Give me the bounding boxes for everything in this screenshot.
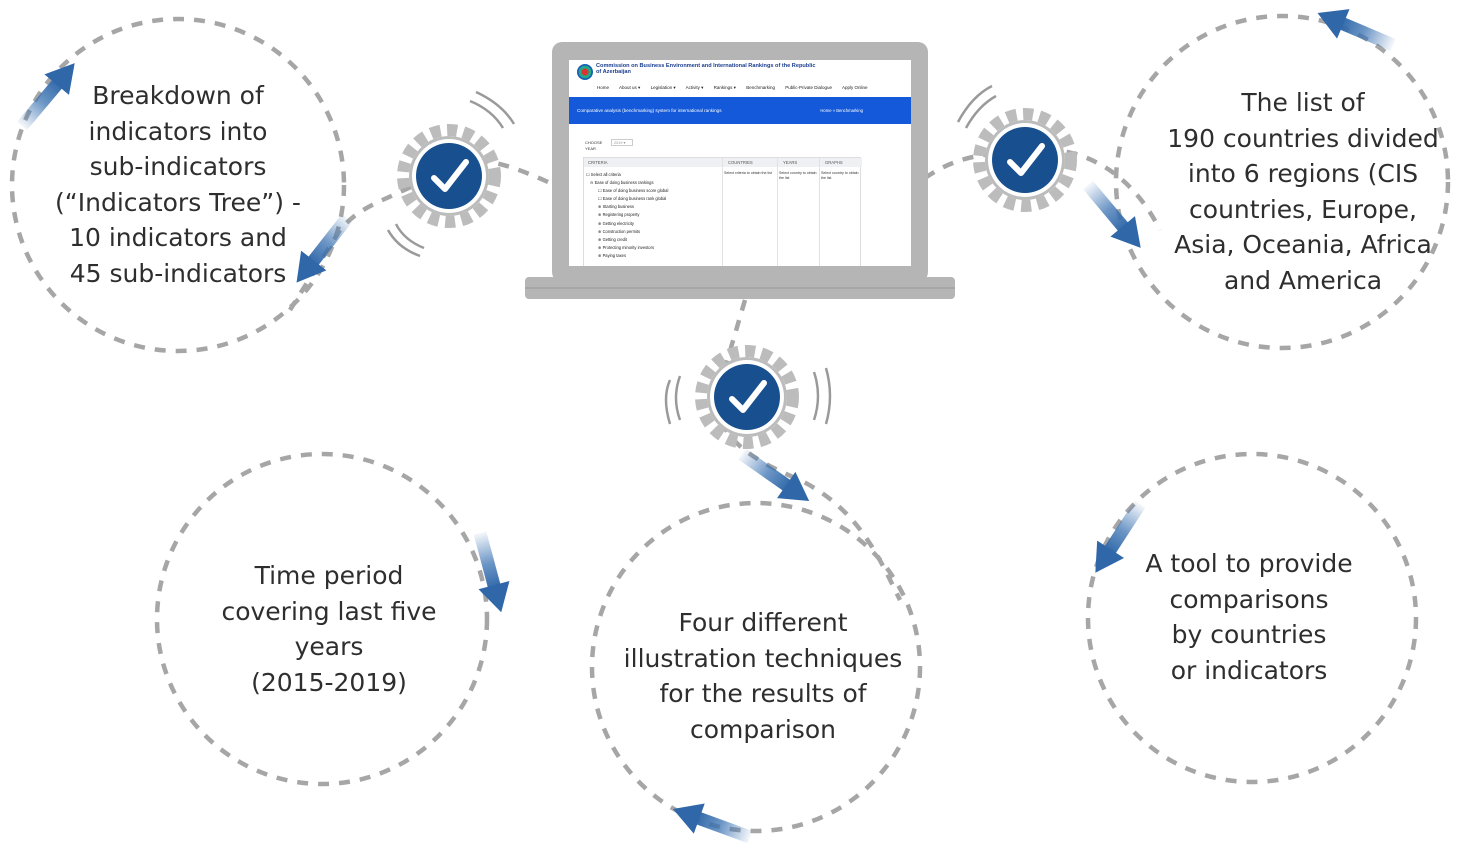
breadcrumb[interactable]: Home » Benchmarking [820, 108, 863, 113]
bubble-line: The list of [1241, 88, 1365, 117]
nav-item[interactable]: Public-Private Dialogue [785, 85, 832, 90]
nav-item[interactable]: Benchmarking [746, 85, 775, 90]
bubble-time-period: Time period covering last five years (20… [179, 558, 479, 700]
bubble-line: into 6 regions (CIS [1187, 159, 1419, 188]
gear-check-icon [701, 351, 793, 443]
bubble-line: illustration techniques [623, 643, 903, 673]
header-criteria: CRITERIA [584, 158, 722, 167]
tree-item[interactable]: ⊕ Getting electricity [584, 220, 668, 228]
vibration-arc [956, 84, 993, 123]
nav-item[interactable]: Apply Online [842, 85, 868, 90]
screen-banner: Comparative analysis (benchmarking) syst… [569, 97, 911, 124]
nav-item[interactable]: Legislation ▾ [651, 85, 676, 90]
bubble-comparison-tool: A tool to provide comparisons by countri… [1099, 546, 1399, 688]
bubble-line: comparison [690, 714, 836, 744]
bubble-line: or indicators [1170, 655, 1328, 685]
bubble-line: Breakdown of [92, 81, 264, 110]
year-select[interactable]: 2019 ▾ [611, 139, 633, 146]
tree-item[interactable]: ⊕ Starting business [584, 203, 668, 211]
column-divider [777, 158, 778, 266]
bubble-line: by countries [1171, 620, 1327, 649]
bubble-line: sub-indicators [89, 152, 267, 181]
header-years: YEARS [777, 158, 819, 167]
bubble-indicators-tree: Breakdown of indicators into sub-indicat… [18, 78, 338, 291]
vibration-arc [664, 379, 672, 425]
bubble-line: (2015-2019) [251, 667, 407, 697]
tree-item[interactable]: ⊕ Paying taxes [584, 252, 668, 260]
bubble-line: and America [1223, 265, 1383, 295]
emblem-icon [577, 64, 593, 80]
laptop-screen: Commission on Business Environment and I… [569, 60, 911, 266]
header-graphs: GRAPHS [819, 158, 862, 167]
arrow-icon [1075, 174, 1153, 259]
tree-item[interactable]: ⊕ Registering property [584, 211, 668, 219]
tree-item[interactable]: ☐ Ease of doing business score global [584, 187, 668, 195]
screen-nav: Home About us ▾ Legislation ▾ Activity ▾… [597, 85, 877, 91]
nav-item[interactable]: Rankings ▾ [714, 85, 736, 90]
tree-item[interactable]: ⊖ Ease of doing business rankings [584, 179, 668, 187]
bubble-illustration-techniques: Four different illustration techniques f… [603, 605, 923, 747]
tree-item[interactable]: ⊕ Protecting minority investors [584, 244, 668, 252]
bubble-line: for the results of [659, 679, 867, 708]
bubble-line: A tool to provide [1145, 549, 1353, 578]
bubble-line: 190 countries divided [1167, 123, 1439, 153]
tree-item[interactable]: ⊕ Getting credit [584, 236, 668, 244]
vibration-arc [674, 375, 682, 421]
vibration-arc [824, 367, 832, 425]
gear-check-icon [979, 114, 1071, 206]
column-divider [722, 158, 723, 266]
nav-item[interactable]: About us ▾ [619, 85, 640, 90]
graphs-hint: Select country to obtain the list [821, 171, 859, 180]
years-hint: Select country to obtain the list [779, 171, 817, 180]
header-countries: COUNTRIES [722, 158, 777, 167]
screen-header: Commission on Business Environment and I… [569, 60, 911, 96]
bubble-line: Asia, Oceania, Africa [1174, 230, 1432, 259]
nav-item[interactable]: Home [597, 85, 609, 90]
arrow-icon [667, 793, 756, 844]
nav-item[interactable]: Activity ▾ [686, 85, 704, 90]
column-divider [819, 158, 820, 266]
bubble-line: Four different [678, 608, 848, 637]
bubble-line: comparisons [1169, 584, 1329, 614]
bubble-line: 10 indicators and [69, 223, 287, 252]
vibration-arc [812, 371, 820, 421]
bubble-line: years [294, 632, 364, 661]
bubble-line: Time period [254, 561, 404, 590]
tree-item[interactable]: ⊕ Construction permits [584, 228, 668, 236]
bubble-line: indicators into [88, 116, 268, 146]
criteria-tree: ☐ Select all criteria ⊖ Ease of doing bu… [584, 171, 668, 260]
bubble-line: (“Indicators Tree”) - [55, 187, 301, 217]
bubble-countries-list: The list of 190 countries divided into 6… [1143, 85, 1463, 298]
countries-hint: Select criteria to obtain the list [724, 171, 772, 175]
gear-check-icon [403, 130, 495, 222]
bubble-line: 45 sub-indicators [69, 258, 287, 288]
bubble-line: covering last five [221, 596, 437, 626]
tree-item[interactable]: ☐ Select all criteria [584, 171, 668, 179]
tree-item[interactable]: ☐ Ease of doing business rank global [584, 195, 668, 203]
bubble-line: countries, Europe, [1189, 194, 1417, 224]
banner-title: Comparative analysis (benchmarking) syst… [577, 108, 722, 113]
arrow-icon [1311, 0, 1400, 60]
choose-year-label: CHOOSE YEAR [585, 140, 603, 151]
criteria-table: CRITERIA COUNTRIES YEARS GRAPHS Select c… [583, 157, 862, 266]
org-title: Commission on Business Environment and I… [596, 63, 816, 76]
